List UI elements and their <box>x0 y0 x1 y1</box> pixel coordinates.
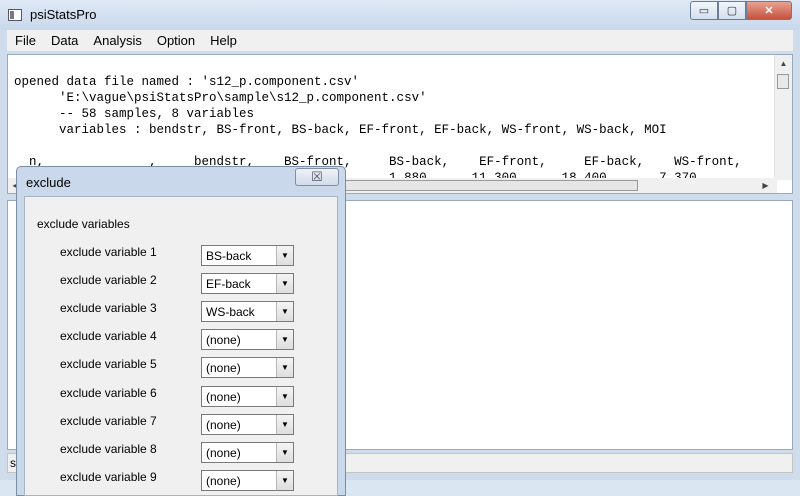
exclude-variable-label: exclude variable 7 <box>60 414 157 428</box>
chevron-down-icon[interactable]: ▼ <box>276 330 293 349</box>
chevron-down-icon[interactable]: ▼ <box>276 274 293 293</box>
select-value: (none) <box>206 474 241 488</box>
exclude-variable-select[interactable]: (none) ▼ <box>201 386 294 407</box>
exclude-variable-label: exclude variable 8 <box>60 442 157 456</box>
chevron-down-icon[interactable]: ▼ <box>276 246 293 265</box>
dialog-close-button[interactable]: ☒ <box>295 168 339 186</box>
minimize-button[interactable]: ▭ <box>690 1 718 20</box>
app-icon <box>8 9 22 21</box>
log-line: variables : bendstr, BS-front, BS-back, … <box>14 123 667 137</box>
menu-option[interactable]: Option <box>149 33 202 48</box>
window-title: psiStatsPro <box>30 7 97 22</box>
horizontal-scroll-thumb[interactable] <box>338 180 638 191</box>
exclude-variable-label: exclude variable 3 <box>60 301 157 315</box>
exclude-variable-label: exclude variable 2 <box>60 273 157 287</box>
exclude-variable-select[interactable]: WS-back ▼ <box>201 301 294 322</box>
exclude-variable-label: exclude variable 1 <box>60 245 157 259</box>
menu-data[interactable]: Data <box>43 33 85 48</box>
exclude-dialog: exclude ☒ exclude variables exclude vari… <box>16 166 346 496</box>
menu-file[interactable]: File <box>7 33 43 48</box>
maximize-button[interactable]: ▢ <box>718 1 746 20</box>
exclude-variable-label: exclude variable 9 <box>60 470 157 484</box>
select-value: (none) <box>206 390 241 404</box>
exclude-variable-label: exclude variable 6 <box>60 386 157 400</box>
select-value: (none) <box>206 446 241 460</box>
group-label: exclude variables <box>37 217 130 231</box>
menu-bar: File Data Analysis Option Help <box>7 30 793 51</box>
select-value: WS-back <box>206 305 255 319</box>
log-line: -- 58 samples, 8 variables <box>14 107 255 121</box>
menu-help[interactable]: Help <box>202 33 244 48</box>
select-value: BS-back <box>206 249 252 263</box>
exclude-variable-select[interactable]: (none) ▼ <box>201 442 294 463</box>
chevron-down-icon[interactable]: ▼ <box>276 471 293 490</box>
select-value: (none) <box>206 418 241 432</box>
exclude-variable-select[interactable]: (none) ▼ <box>201 329 294 350</box>
exclude-variable-label: exclude variable 5 <box>60 357 157 371</box>
exclude-variable-select[interactable]: (none) ▼ <box>201 414 294 435</box>
dialog-body: exclude variables exclude variable 1 BS-… <box>24 196 338 496</box>
close-button[interactable]: ✕ <box>746 1 792 20</box>
chevron-down-icon[interactable]: ▼ <box>276 415 293 434</box>
exclude-variable-select[interactable]: (none) ▼ <box>201 470 294 491</box>
select-value: EF-back <box>206 277 251 291</box>
dialog-title: exclude <box>26 175 71 190</box>
log-line: 'E:\vague\psiStatsPro\sample\s12_p.compo… <box>14 91 427 105</box>
exclude-variable-label: exclude variable 4 <box>60 329 157 343</box>
select-value: (none) <box>206 361 241 375</box>
exclude-variable-select[interactable]: EF-back ▼ <box>201 273 294 294</box>
title-bar: psiStatsPro ▭ ▢ ✕ <box>0 0 800 30</box>
exclude-variable-select[interactable]: (none) ▼ <box>201 357 294 378</box>
scroll-right-icon[interactable]: ▶ <box>758 178 773 193</box>
log-line: opened data file named : 's12_p.componen… <box>14 75 360 89</box>
menu-analysis[interactable]: Analysis <box>85 33 148 48</box>
chevron-down-icon[interactable]: ▼ <box>276 443 293 462</box>
vertical-scrollbar[interactable]: ▲ <box>774 55 792 180</box>
chevron-down-icon[interactable]: ▼ <box>276 302 293 321</box>
chevron-down-icon[interactable]: ▼ <box>276 358 293 377</box>
chevron-down-icon[interactable]: ▼ <box>276 387 293 406</box>
vertical-scroll-thumb[interactable] <box>777 74 789 89</box>
scroll-up-icon[interactable]: ▲ <box>775 55 792 72</box>
select-value: (none) <box>206 333 241 347</box>
exclude-variable-select[interactable]: BS-back ▼ <box>201 245 294 266</box>
